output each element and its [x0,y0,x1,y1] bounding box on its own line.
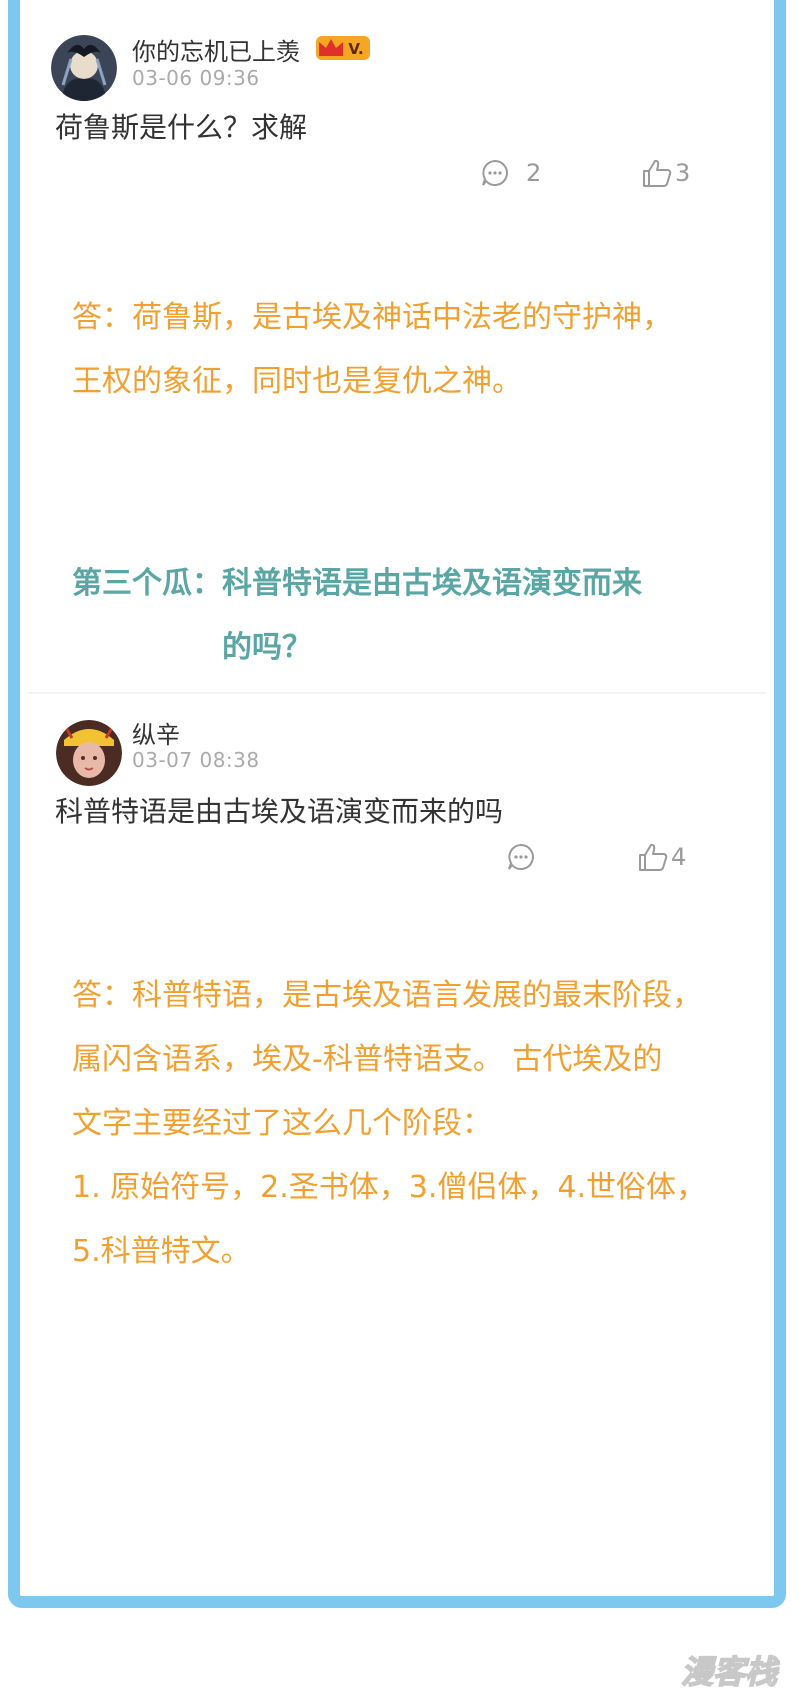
content-frame: 你的忘机已上羡 V. 03-06 09:36 荷鲁斯是什么？求解 2 3 答：荷… [8,0,786,1608]
comment-icon [508,843,534,870]
avatar[interactable] [56,720,122,786]
answer-line: 1. 原始符号，2.圣书体，3.僧侣体，4.世俗体， [72,1170,707,1205]
timestamp: 03-07 08:38 [132,748,260,772]
svg-text:漫客栈: 漫客栈 [681,1653,780,1691]
comment-button[interactable]: 2 [480,158,541,188]
answer-block-1: 答：荷鲁斯，是古埃及神话中法老的守护神， 王权的象征，同时也是复仇之神。 [72,286,672,414]
like-count: 4 [671,843,687,871]
vip-crown-badge: V. [316,36,370,60]
answer-line: 答：科普特语，是古埃及语言发展的最末阶段， [72,978,702,1013]
username[interactable]: 你的忘机已上羡 [132,32,300,67]
comment-count: 2 [526,159,542,187]
like-button[interactable]: 4 [637,842,686,872]
like-count: 3 [675,159,691,187]
avatar-image [51,35,117,101]
section-question-line: 的吗？ [222,630,312,665]
divider [28,692,766,694]
svg-text:V.: V. [348,40,363,58]
thumbs-up-icon [639,843,668,871]
username[interactable]: 纵辛 [132,715,180,750]
answer-line: 答：荷鲁斯，是古埃及神话中法老的守护神， [72,300,672,335]
answer-line: 王权的象征，同时也是复仇之神。 [72,364,522,399]
comment-button[interactable] [506,842,536,872]
avatar[interactable] [51,35,117,101]
answer-line: 属闪含语系，埃及-科普特语支。 古代埃及的 [72,1042,663,1077]
section-question-line: 科普特语是由古埃及语演变而来 [222,566,642,601]
answer-line: 5.科普特文。 [72,1234,251,1269]
timestamp: 03-06 09:36 [132,66,260,90]
watermark-logo: 漫客栈 [680,1652,781,1692]
comment-icon [482,159,508,186]
avatar-image [56,720,122,786]
section-title: 第三个瓜：科普特语是由古埃及语演变而来 的吗？ [72,552,642,680]
post-text: 科普特语是由古埃及语演变而来的吗 [55,795,504,828]
answer-line: 文字主要经过了这么几个阶段： [72,1106,492,1141]
answer-block-2: 答：科普特语，是古埃及语言发展的最末阶段， 属闪含语系，埃及-科普特语支。 古代… [72,964,706,1284]
like-button[interactable]: 3 [641,158,690,188]
section-prefix: 第三个瓜： [72,566,222,601]
post-text: 荷鲁斯是什么？求解 [55,111,308,144]
thumbs-up-icon [643,159,672,187]
